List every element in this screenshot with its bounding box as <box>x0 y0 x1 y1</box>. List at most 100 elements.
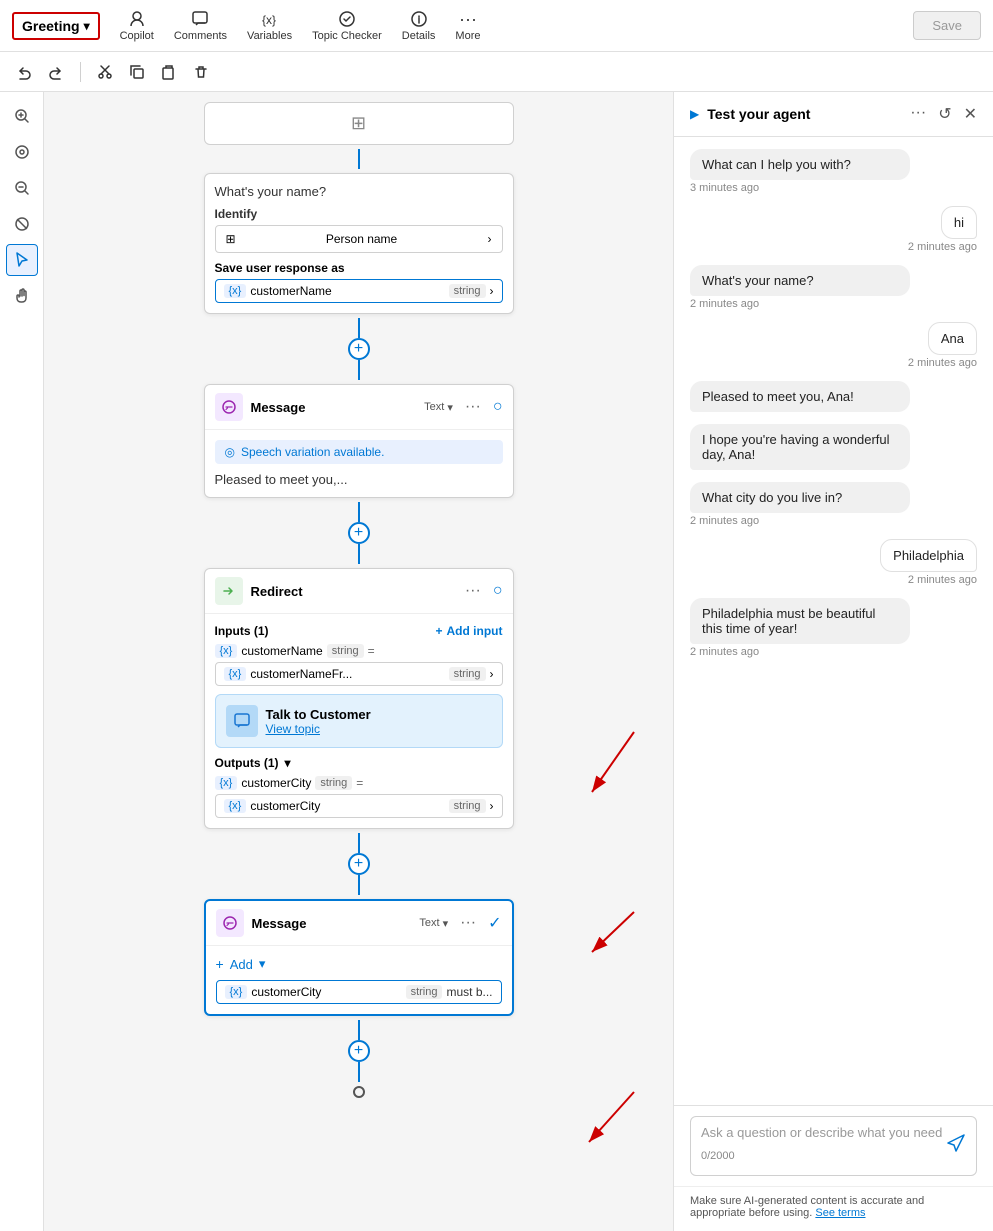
chat-text-2: hi <box>954 215 964 230</box>
message-check-2: ✓ <box>488 913 501 933</box>
copilot-button[interactable]: Copilot <box>120 10 154 42</box>
chat-bubble-bot-6: Philadelphia must be beautiful this time… <box>690 598 910 644</box>
chat-placeholder: Ask a question or describe what you need <box>701 1125 966 1140</box>
plus-icon: + <box>436 624 443 638</box>
add-icon: + <box>216 956 224 972</box>
stub-icon: ⊞ <box>351 113 366 134</box>
input-source-var-name: customerNameFr... <box>250 667 352 681</box>
add-node-button-3[interactable]: + <box>348 853 370 875</box>
cut-button[interactable] <box>93 60 117 84</box>
redirect-more[interactable]: ··· <box>461 582 485 600</box>
topic-checker-button[interactable]: Topic Checker <box>312 10 382 42</box>
chat-bubble-bot-4: I hope you're having a wonderful day, An… <box>690 424 910 470</box>
chat-bubble-user-3: Philadelphia <box>880 539 977 572</box>
close-button[interactable]: ✕ <box>964 104 977 124</box>
add-input-button[interactable]: + Add input <box>436 624 503 638</box>
main-area: ⊞ What's your name? Identify ⊞ Person na… <box>0 92 993 1231</box>
message-more-2[interactable]: ··· <box>456 914 480 932</box>
output-source-var-name: customerCity <box>250 799 320 813</box>
chevron-down-icon-3: ▾ <box>443 917 449 930</box>
footer-link[interactable]: See terms <box>815 1207 865 1219</box>
input-source-var-tag: {x} <box>224 667 247 681</box>
message-badge-2: Text ▾ <box>419 917 448 930</box>
block-button[interactable] <box>6 208 38 240</box>
save-button[interactable]: Save <box>913 11 981 40</box>
chat-time-3: 2 minutes ago <box>690 298 977 310</box>
chat-input-box: Ask a question or describe what you need… <box>690 1116 977 1176</box>
paste-button[interactable] <box>157 60 181 84</box>
copy-button[interactable] <box>125 60 149 84</box>
chat-footer: Make sure AI-generated content is accura… <box>674 1186 993 1231</box>
more-button[interactable]: ··· More <box>455 10 480 42</box>
zoom-in-button[interactable] <box>6 100 38 132</box>
comments-button[interactable]: Comments <box>174 10 227 42</box>
hand-button[interactable] <box>6 280 38 312</box>
add-label[interactable]: Add <box>230 957 253 972</box>
message-title-2: Message <box>252 916 412 931</box>
identify-value: Person name <box>326 232 397 246</box>
redirect-node-icon <box>215 577 243 605</box>
undo-icon <box>16 64 32 80</box>
identify-box[interactable]: ⊞ Person name › <box>215 225 503 253</box>
chat-input-area: Ask a question or describe what you need… <box>674 1105 993 1186</box>
add-node-button-2[interactable]: + <box>348 522 370 544</box>
details-button[interactable]: Details <box>402 10 436 42</box>
msg2-type-tag: string <box>406 985 443 999</box>
message-icon-2 <box>222 915 238 931</box>
right-panel-title: Test your agent <box>707 106 902 122</box>
message-2-var-box[interactable]: {x} customerCity string must b... <box>216 980 502 1004</box>
view-topic-link[interactable]: View topic <box>266 722 371 736</box>
canvas[interactable]: ⊞ What's your name? Identify ⊞ Person na… <box>44 92 673 1231</box>
refresh-button[interactable]: ↺ <box>938 104 951 124</box>
equals-sign-2: = <box>356 776 363 790</box>
focus-button[interactable] <box>6 136 38 168</box>
connector-line-9 <box>358 1062 360 1082</box>
topic-icon-box <box>226 705 258 737</box>
message-more-1[interactable]: ··· <box>461 398 485 416</box>
message-title-1: Message <box>251 400 417 415</box>
chat-send-button[interactable] <box>946 1133 966 1156</box>
send-icon <box>946 1133 966 1153</box>
left-sidebar <box>0 92 44 1231</box>
redo-button[interactable] <box>44 60 68 84</box>
var-tag: {x} <box>224 284 247 298</box>
speech-variation-banner: ◎ Speech variation available. <box>215 440 503 464</box>
topic-name-button[interactable]: Greeting ▾ <box>12 12 100 40</box>
right-panel-header: ▶ Test your agent ··· ↺ ✕ <box>674 92 993 137</box>
variables-button[interactable]: {x} Variables <box>247 10 292 42</box>
delete-button[interactable] <box>189 60 213 84</box>
zoom-out-button[interactable] <box>6 172 38 204</box>
chat-time-8: 2 minutes ago <box>908 574 977 586</box>
comments-icon <box>191 10 209 28</box>
output-source-box[interactable]: {x} customerCity string › <box>215 794 503 818</box>
speech-variation-text: Speech variation available. <box>241 445 384 459</box>
cursor-button[interactable] <box>6 244 38 276</box>
speech-icon: ◎ <box>225 445 235 459</box>
add-node-button-1[interactable]: + <box>348 338 370 360</box>
add-node-button-4[interactable]: + <box>348 1040 370 1062</box>
chat-text-8: Philadelphia <box>893 548 964 563</box>
variables-icon: {x} <box>261 10 279 28</box>
question-card: What's your name? Identify ⊞ Person name… <box>204 173 514 314</box>
question-text: What's your name? <box>215 184 503 199</box>
right-panel-actions: ··· ↺ ✕ <box>910 104 977 124</box>
zoom-in-icon <box>13 107 31 125</box>
identify-icon: ⊞ <box>226 232 236 246</box>
connector-line-8 <box>358 1020 360 1040</box>
connector-1 <box>204 149 514 169</box>
undo-button[interactable] <box>12 60 36 84</box>
message-card-2-body: + Add ▾ {x} customerCity string must b..… <box>206 946 512 1014</box>
msg2-suffix: must b... <box>446 985 492 999</box>
top-stub-card: ⊞ <box>204 102 514 145</box>
type-tag: string <box>449 284 486 298</box>
copilot-icon <box>128 10 146 28</box>
more-options-button[interactable]: ··· <box>910 104 926 124</box>
variable-box[interactable]: {x} customerName string › <box>215 279 503 303</box>
chat-time-7: 2 minutes ago <box>690 515 977 527</box>
message-node-icon-1 <box>215 393 243 421</box>
details-icon <box>410 10 428 28</box>
chevron-down-icon-2: ▾ <box>285 756 291 770</box>
msg2-var-tag: {x} <box>225 985 248 999</box>
redirect-check: ○ <box>493 582 503 600</box>
input-source-box[interactable]: {x} customerNameFr... string › <box>215 662 503 686</box>
